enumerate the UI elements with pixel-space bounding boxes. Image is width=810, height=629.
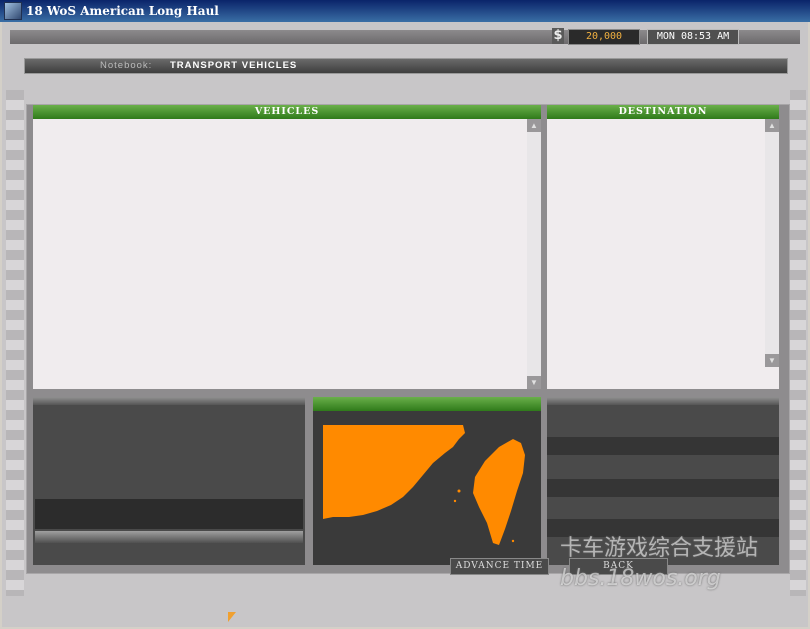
watermark-line2: bbs.18wos.org [560,566,721,591]
panel-rail [33,397,305,405]
watermark: 卡车游戏综合支援站 bbs.18wos.org [560,530,758,591]
left-decor-stripes [6,90,24,596]
vehicles-header: VEHICLES [33,105,541,119]
map-header [313,397,541,411]
islet-mark [511,539,515,543]
dollar-icon: $ [552,28,564,44]
map-svg [323,425,525,545]
mouse-cursor-icon [228,612,236,622]
scroll-down-icon[interactable]: ▼ [527,376,541,389]
panel-rail [547,397,779,405]
scroll-up-icon[interactable]: ▲ [527,119,541,132]
vehicle-info-panel [33,397,305,565]
money-display: 20,000 [568,29,640,45]
destination-scrollbar[interactable]: ▲ ▼ [765,119,779,367]
app-icon [4,2,22,20]
scroll-up-icon[interactable]: ▲ [765,119,779,132]
main-panel: VEHICLES ▲ ▼ DESTINATION ▲ ▼ [26,104,790,574]
vehicles-list[interactable]: ▲ ▼ [33,119,541,389]
notebook-title: TRANSPORT VEHICLES [170,60,298,71]
info-slot [547,479,779,497]
clock-display: MON 08:53 AM [647,29,739,45]
destination-header: DESTINATION [547,105,779,119]
right-decor-stripes [790,90,806,596]
info-slot [547,437,779,455]
mainland-shape [323,425,465,519]
advance-time-button[interactable]: ADVANCE TIME [450,558,549,575]
notebook-bar: Notebook: TRANSPORT VEHICLES [24,58,788,74]
island-shape [473,439,525,545]
vehicles-scrollbar[interactable]: ▲ ▼ [527,119,541,389]
scroll-down-icon[interactable]: ▼ [765,354,779,367]
watermark-line1: 卡车游戏综合支援站 [560,536,759,561]
islet-mark [453,499,457,503]
destination-list[interactable]: ▲ ▼ [547,119,779,389]
window-title: 18 WoS American Long Haul [26,4,219,18]
notebook-label: Notebook: [100,60,153,71]
islet-mark [457,489,461,493]
region-map[interactable] [313,411,541,565]
window-titlebar: 18 WoS American Long Haul [0,0,810,22]
panel-rail [35,531,303,543]
info-slot [35,499,303,529]
